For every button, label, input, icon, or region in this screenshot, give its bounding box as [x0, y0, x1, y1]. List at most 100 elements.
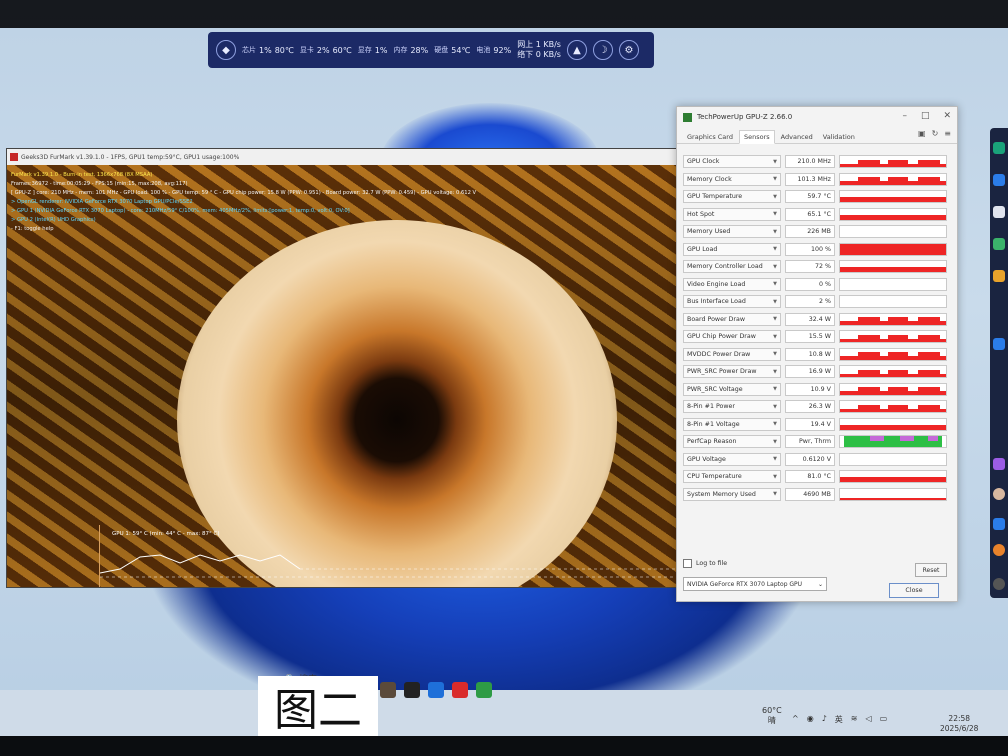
sensor-label-text: GPU Clock — [687, 158, 720, 166]
sensor-label-text: Memory Used — [687, 228, 731, 236]
app-icon[interactable] — [993, 338, 1005, 350]
tab-graphics-card[interactable]: Graphics Card — [683, 131, 737, 143]
monitor-logo-icon[interactable]: ◆ — [216, 40, 236, 60]
sound-tray-icon[interactable]: ♪ — [822, 714, 827, 725]
sensor-label[interactable]: PWR_SRC Voltage ▼ — [683, 382, 781, 396]
tab-advanced[interactable]: Advanced — [777, 131, 817, 143]
dropdown-arrow-icon: ▼ — [773, 176, 777, 183]
sensor-label[interactable]: PerfCap Reason ▼ — [683, 435, 781, 449]
camera-icon[interactable]: ▣ — [918, 129, 926, 138]
taskbar-app[interactable] — [452, 682, 468, 698]
app-icon[interactable] — [993, 206, 1005, 218]
app-icon[interactable] — [993, 270, 1005, 282]
cpu-percent: 1% — [259, 45, 272, 55]
sensor-list: GPU Clock ▼ 210.0 MHz Memory Clock ▼ 101.3 MH… — [683, 153, 951, 503]
ime-indicator[interactable]: 英 — [835, 714, 843, 725]
app-icon[interactable] — [993, 458, 1005, 470]
vram-stat: 显存 1% — [358, 46, 388, 55]
speaker-icon[interactable]: ◁ — [866, 714, 872, 725]
log-to-file[interactable]: Log to file — [683, 559, 727, 568]
sensor-graph — [839, 487, 947, 501]
log-to-file-checkbox[interactable] — [683, 559, 692, 568]
rocket-icon[interactable]: ▲ — [566, 40, 587, 60]
search-icon[interactable] — [993, 544, 1005, 556]
weather-widget[interactable]: 60°C 晴 — [762, 706, 782, 726]
sensor-label-text: Memory Clock — [687, 175, 732, 183]
device-select[interactable]: NVIDIA GeForce RTX 3070 Laptop GPU ⌄ — [683, 577, 827, 591]
sensor-label[interactable]: Hot Spot ▼ — [683, 207, 781, 221]
gear-icon[interactable] — [993, 578, 1005, 590]
sensor-label-text: System Memory Used — [687, 490, 756, 498]
taskbar-app[interactable] — [380, 682, 396, 698]
app-icon[interactable] — [993, 174, 1005, 186]
sensor-value: 59.7 °C — [785, 190, 835, 204]
settings-icon[interactable]: ⚙ — [618, 40, 639, 60]
maximize-icon[interactable]: □ — [921, 111, 930, 121]
overlay-line: Frames:36972 - time:00:05:29 - FPS:15 (m… — [11, 181, 188, 187]
furmark-render-canvas: FurMark v1.39.1.0 - Burn-in test, 1366x7… — [7, 165, 705, 587]
sensor-value: 65.1 °C — [785, 207, 835, 221]
sensor-row: Video Engine Load ▼ 0 % — [683, 276, 951, 294]
sensor-label[interactable]: Board Power Draw ▼ — [683, 312, 781, 326]
sensor-label-text: MVDDC Power Draw — [687, 350, 751, 358]
sensor-row: GPU Load ▼ 100 % — [683, 241, 951, 259]
close-icon[interactable]: ✕ — [943, 111, 951, 121]
app-icon[interactable] — [993, 142, 1005, 154]
taskbar-app[interactable] — [404, 682, 420, 698]
clock[interactable]: 22:58 2025/6/28 — [940, 714, 978, 734]
sensor-graph-fill — [840, 408, 946, 413]
sensor-label[interactable]: 8-Pin #1 Power ▼ — [683, 400, 781, 414]
menu-icon[interactable]: ≡ — [944, 129, 951, 138]
gpuz-titlebar[interactable]: TechPowerUp GPU-Z 2.66.0 – □ ✕ — [677, 107, 957, 127]
gpuz-window[interactable]: TechPowerUp GPU-Z 2.66.0 – □ ✕ Graphics … — [676, 106, 958, 602]
sensor-graph — [839, 417, 947, 431]
wifi-icon[interactable]: ≋ — [851, 714, 858, 725]
sensor-label[interactable]: Memory Clock ▼ — [683, 172, 781, 186]
furmark-titlebar[interactable]: Geeks3D FurMark v1.39.1.0 - 1FPS, GPU1 t… — [7, 149, 705, 165]
sensor-label[interactable]: PWR_SRC Power Draw ▼ — [683, 365, 781, 379]
sensor-label[interactable]: GPU Clock ▼ — [683, 155, 781, 169]
sensor-label[interactable]: Bus Interface Load ▼ — [683, 295, 781, 309]
close-button[interactable]: Close — [889, 583, 939, 598]
sensor-label[interactable]: CPU Temperature ▼ — [683, 470, 781, 484]
sensor-graph-fill — [840, 197, 946, 203]
sensor-label[interactable]: GPU Temperature ▼ — [683, 190, 781, 204]
app-icon[interactable] — [993, 238, 1005, 250]
chevron-down-icon: ⌄ — [817, 580, 823, 588]
sensor-label[interactable]: GPU Voltage ▼ — [683, 452, 781, 466]
sensor-label[interactable]: Memory Controller Load ▼ — [683, 260, 781, 274]
sensor-label[interactable]: GPU Chip Power Draw ▼ — [683, 330, 781, 344]
sensor-graph — [839, 242, 947, 256]
furmark-window[interactable]: Geeks3D FurMark v1.39.1.0 - 1FPS, GPU1 t… — [6, 148, 706, 588]
sensor-value: 2 % — [785, 295, 835, 309]
sensor-label-text: Board Power Draw — [687, 315, 745, 323]
avatar[interactable] — [993, 488, 1005, 500]
device-name: NVIDIA GeForce RTX 3070 Laptop GPU — [687, 580, 803, 588]
overlay-line: > OpenGL renderer: NVIDIA GeForce RTX 30… — [11, 199, 193, 205]
tab-validation[interactable]: Validation — [819, 131, 859, 143]
chevron-up-icon[interactable]: ^ — [792, 714, 799, 725]
reset-button[interactable]: Reset — [915, 563, 947, 577]
sensor-row: 8-Pin #1 Voltage ▼ 19.4 V — [683, 416, 951, 434]
sensor-graph — [839, 365, 947, 379]
sensor-label[interactable]: MVDDC Power Draw ▼ — [683, 347, 781, 361]
tab-sensors[interactable]: Sensors — [738, 130, 775, 144]
sensor-label[interactable]: Memory Used ▼ — [683, 225, 781, 239]
app-icon[interactable] — [993, 518, 1005, 530]
battery-icon[interactable]: ▭ — [880, 714, 888, 725]
mem-label: 内存 — [393, 45, 408, 54]
sensor-label[interactable]: GPU Load ▼ — [683, 242, 781, 256]
minimize-icon[interactable]: – — [902, 111, 907, 121]
taskbar-app[interactable] — [428, 682, 444, 698]
sensor-graph — [839, 155, 947, 169]
sensor-graph — [839, 277, 947, 291]
sensor-label[interactable]: 8-Pin #1 Voltage ▼ — [683, 417, 781, 431]
sensor-label[interactable]: Video Engine Load ▼ — [683, 277, 781, 291]
taskbar-app[interactable] — [476, 682, 492, 698]
sensor-value: 32.4 W — [785, 312, 835, 326]
refresh-icon[interactable]: ↻ — [932, 129, 939, 138]
sensor-value: 101.3 MHz — [785, 172, 835, 186]
app-tray-icon[interactable]: ◉ — [807, 714, 814, 725]
sensor-label[interactable]: System Memory Used ▼ — [683, 487, 781, 501]
moon-icon[interactable]: ☽ — [592, 40, 613, 60]
